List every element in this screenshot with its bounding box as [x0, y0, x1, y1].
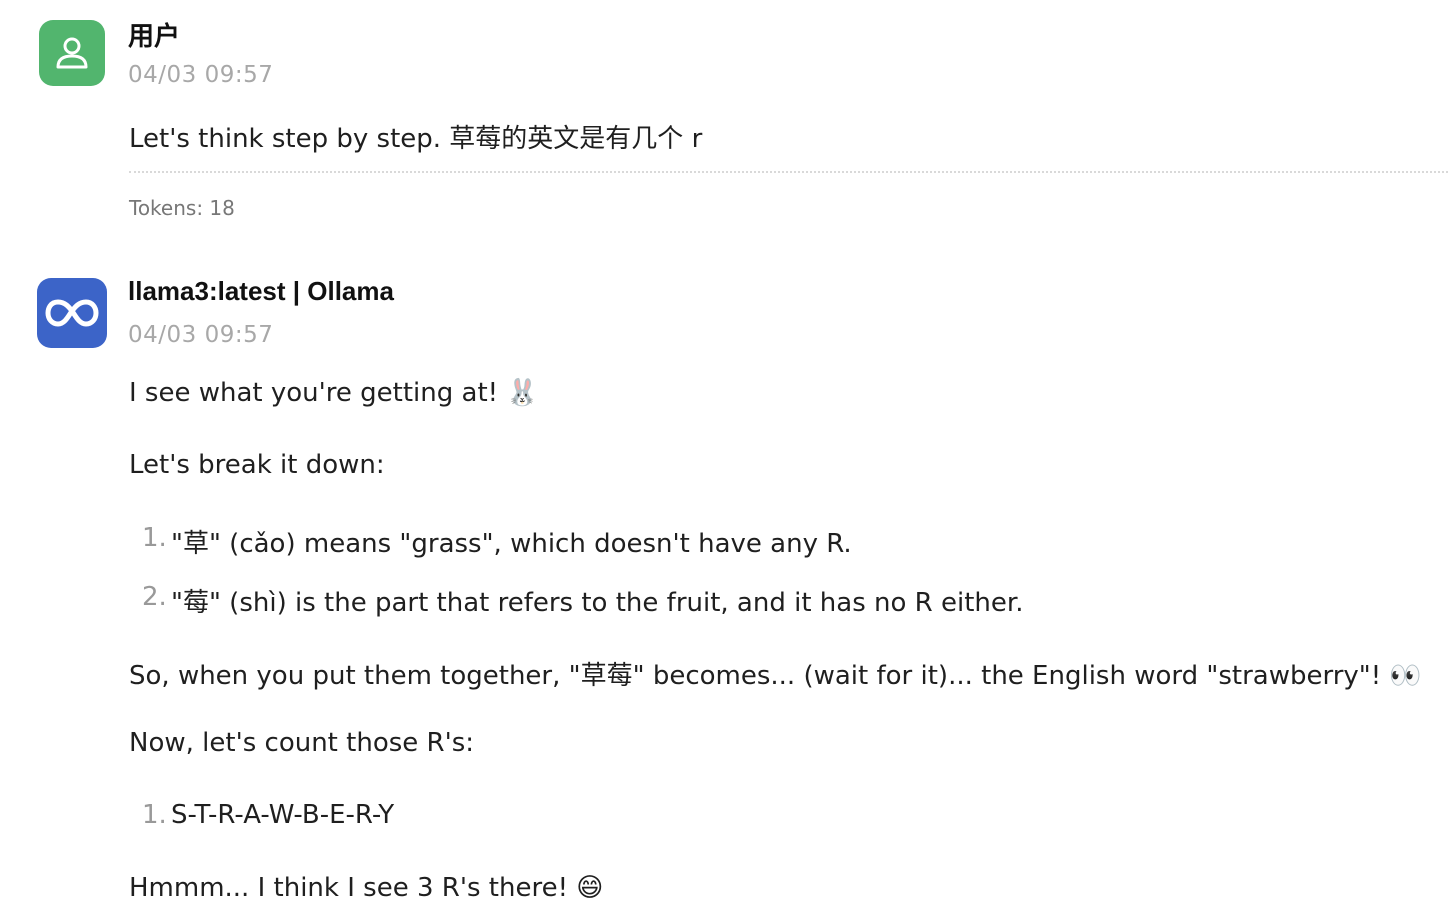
list-item: "草" (cǎo) means "grass", which doesn't h…	[171, 529, 852, 559]
message-timestamp: 04/03 09:57	[128, 322, 274, 348]
assistant-message: llama3:latest | Ollama 04/03 09:57 I see…	[0, 0, 1448, 920]
meta-logo-icon	[45, 299, 99, 327]
paragraph: So, when you put them together, "草莓" bec…	[129, 661, 1422, 691]
list-number: 1.	[142, 800, 167, 830]
list-number: 2.	[142, 582, 167, 612]
paragraph: Let's break it down:	[129, 450, 385, 480]
paragraph: Hmmm... I think I see 3 R's there! 😄	[129, 873, 604, 903]
message-author: llama3:latest | Ollama	[128, 276, 394, 306]
model-avatar[interactable]	[37, 278, 107, 348]
list-item: S-T-R-A-W-B-E-R-Y	[171, 800, 395, 830]
list-item: "莓" (shì) is the part that refers to the…	[171, 588, 1024, 618]
paragraph: Now, let's count those R's:	[129, 728, 475, 758]
paragraph: I see what you're getting at! 🐰	[129, 378, 539, 408]
list-number: 1.	[142, 523, 167, 553]
